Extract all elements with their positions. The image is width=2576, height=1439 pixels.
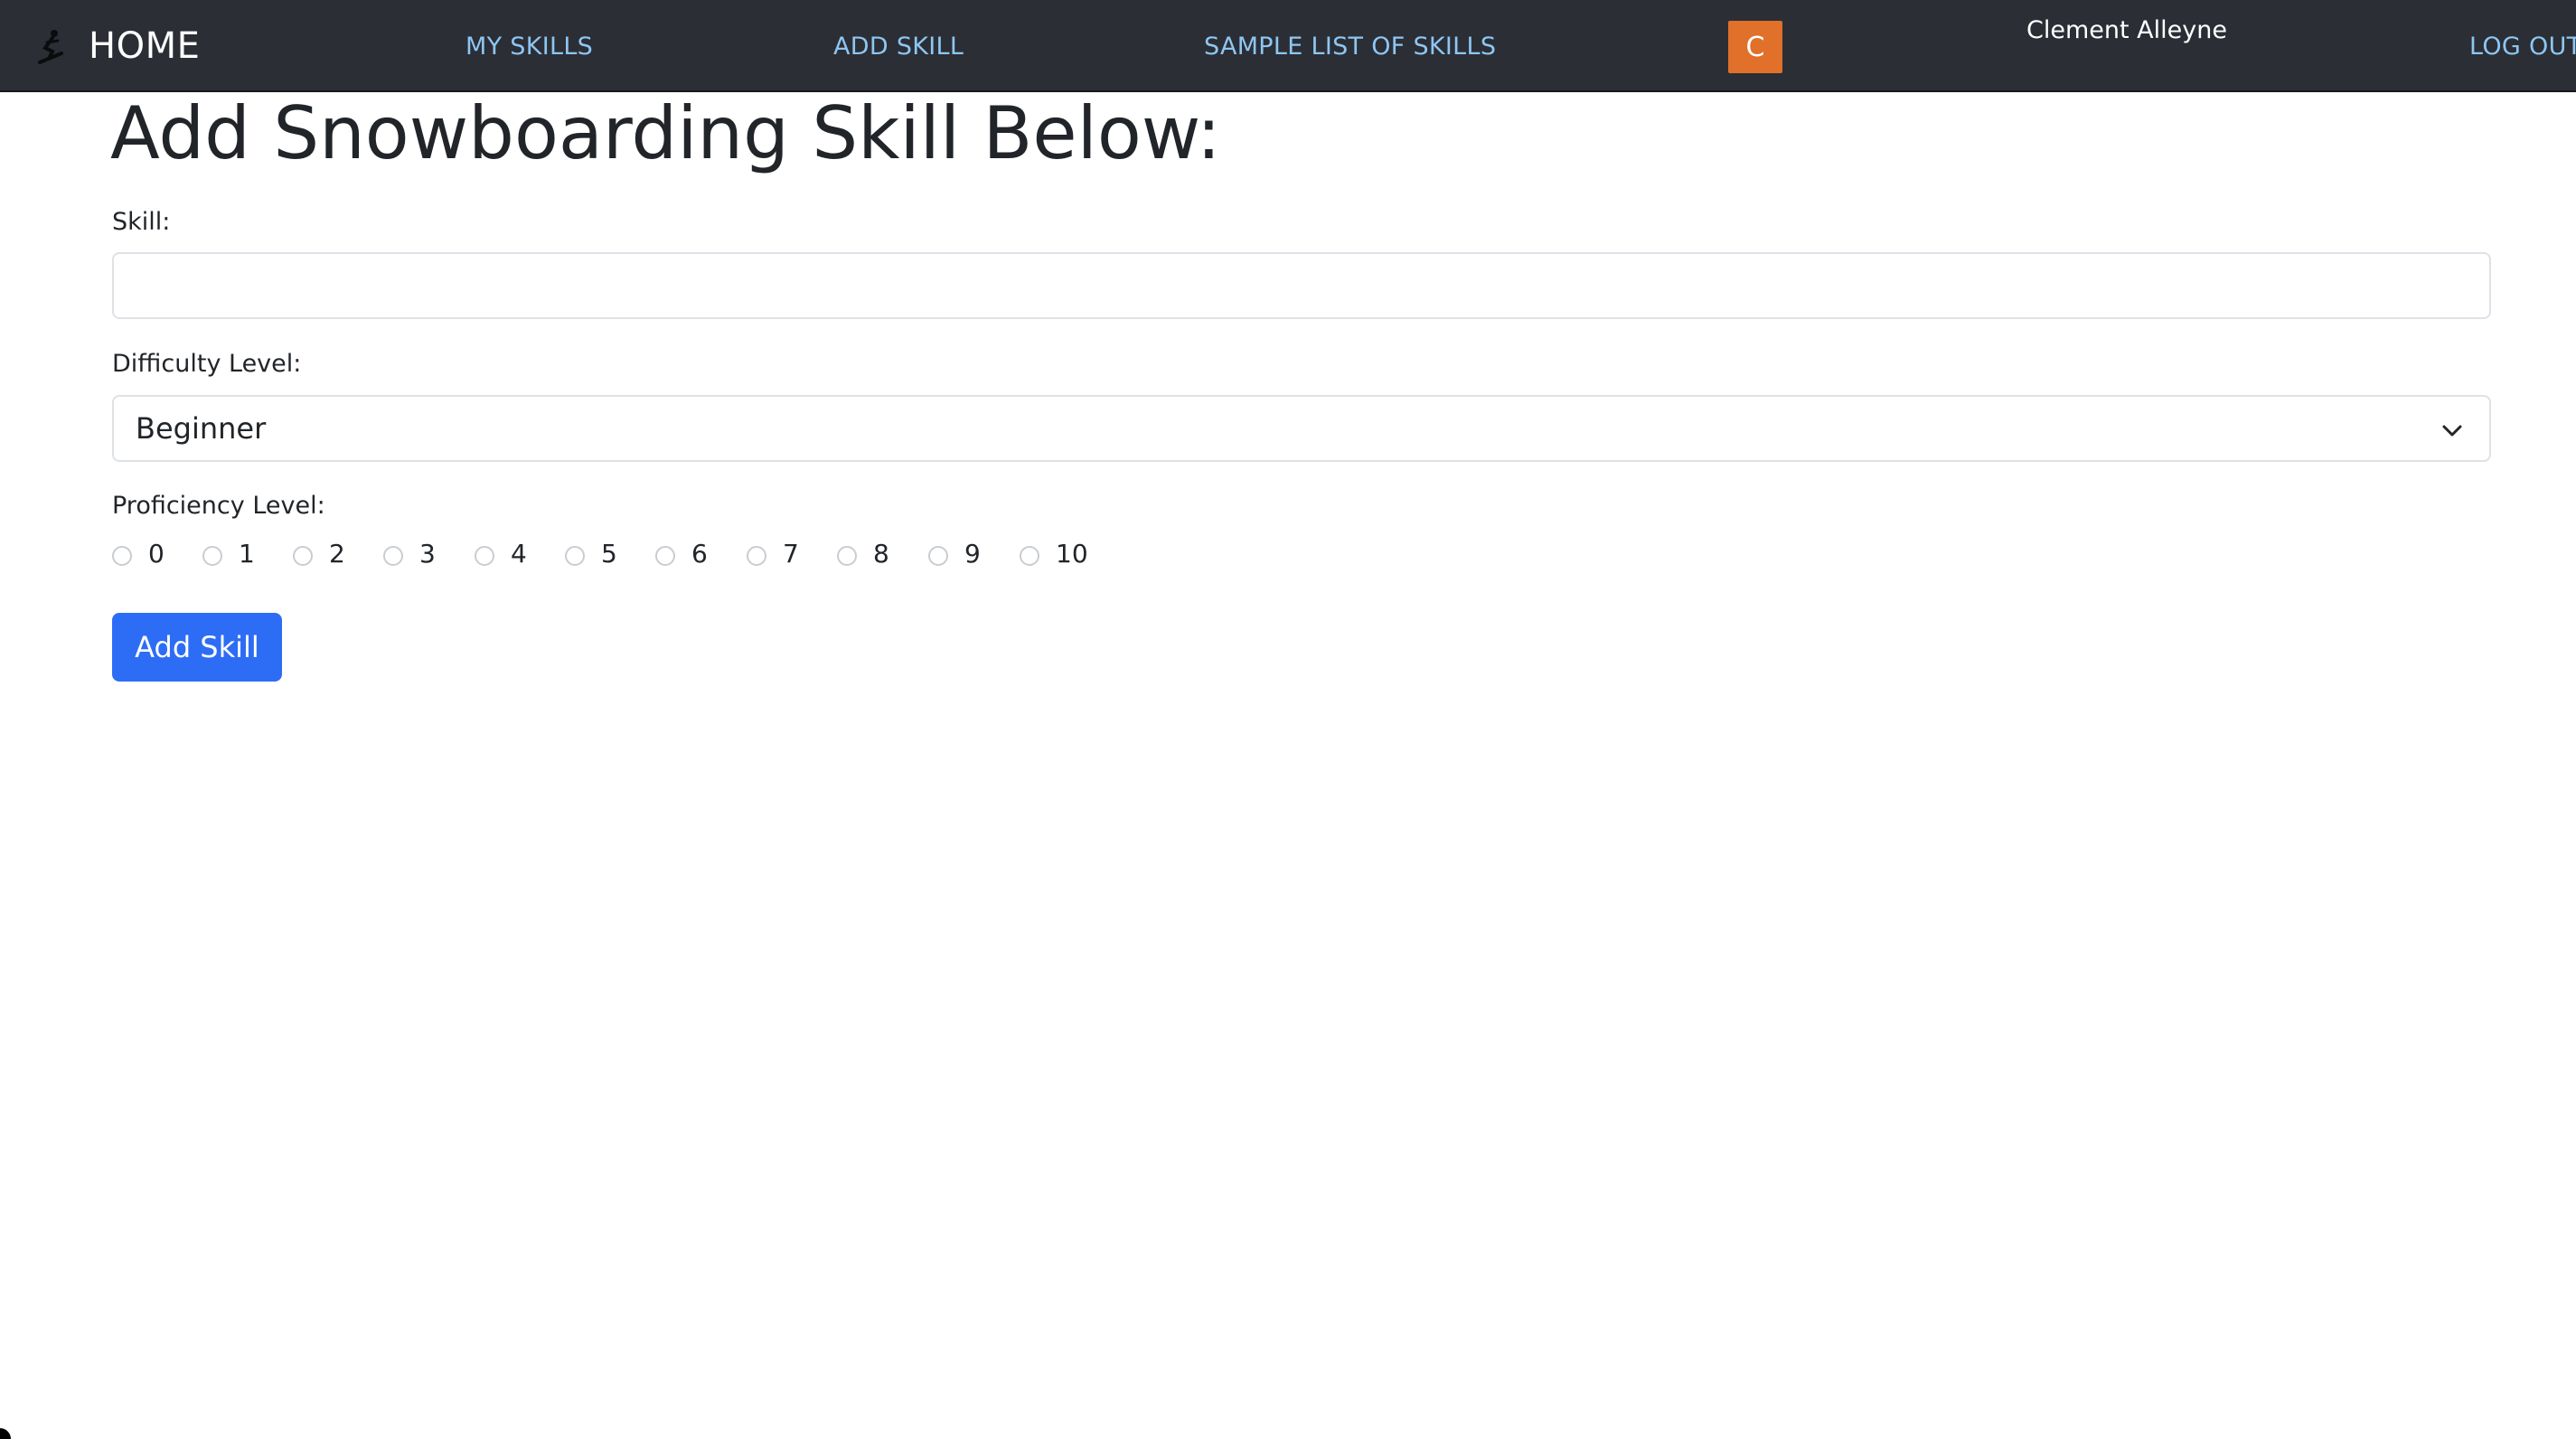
proficiency-option-1[interactable]: 1 [202,535,255,571]
skill-label: Skill: [112,208,171,236]
page-title: Add Snowboarding Skill Below: [110,91,1221,175]
radio-button[interactable] [655,546,675,566]
radio-button[interactable] [383,546,403,566]
skill-input[interactable] [112,252,2491,319]
proficiency-option-4[interactable]: 4 [475,535,527,571]
snowboarder-icon [38,30,63,64]
proficiency-option-5[interactable]: 5 [565,535,617,571]
radio-button[interactable] [747,546,766,566]
proficiency-option-9[interactable]: 9 [928,535,981,571]
radio-button[interactable] [112,546,132,566]
proficiency-option-0[interactable]: 0 [112,535,165,571]
radio-button[interactable] [475,546,494,566]
proficiency-option-7[interactable]: 7 [747,535,799,571]
proficiency-option-3[interactable]: 3 [383,535,436,571]
radio-label: 2 [329,538,345,569]
chevron-down-icon [2442,425,2462,437]
proficiency-option-8[interactable]: 8 [837,535,889,571]
proficiency-label: Proficiency Level: [112,492,325,520]
radio-button[interactable] [202,546,222,566]
avatar: C [1728,21,1782,73]
nav-add-skill[interactable]: ADD SKILL [833,0,964,92]
radio-label: 0 [148,538,165,569]
radio-button[interactable] [293,546,313,566]
home-label: HOME [89,25,201,67]
nav-sample-list-of-skills[interactable]: SAMPLE LIST OF SKILLS [1204,0,1496,92]
radio-label: 7 [783,538,799,569]
radio-label: 3 [419,538,436,569]
difficulty-selected-value: Beginner [136,411,267,446]
radio-label: 5 [601,538,617,569]
radio-label: 1 [239,538,255,569]
app-window: HOME MY SKILLS ADD SKILL SAMPLE LIST OF … [0,0,2576,1439]
radio-button[interactable] [565,546,585,566]
proficiency-option-10[interactable]: 10 [1020,535,1088,571]
user-name: Clement Alleyne [2026,16,2227,44]
home-link[interactable]: HOME [34,0,200,92]
nav-my-skills[interactable]: MY SKILLS [465,0,593,92]
radio-button[interactable] [837,546,857,566]
proficiency-option-6[interactable]: 6 [655,535,708,571]
difficulty-select[interactable]: Beginner [112,395,2491,462]
radio-label: 9 [964,538,981,569]
radio-label: 6 [691,538,708,569]
radio-label: 8 [873,538,889,569]
window-corner [0,1428,11,1439]
proficiency-option-2[interactable]: 2 [293,535,345,571]
nav-log-out[interactable]: LOG OUT [2469,0,2576,92]
difficulty-label: Difficulty Level: [112,350,302,378]
top-navbar: HOME MY SKILLS ADD SKILL SAMPLE LIST OF … [0,0,2576,92]
radio-label: 10 [1056,538,1088,569]
radio-button[interactable] [1020,546,1039,566]
radio-label: 4 [511,538,527,569]
radio-button[interactable] [928,546,948,566]
add-skill-button[interactable]: Add Skill [112,613,282,682]
